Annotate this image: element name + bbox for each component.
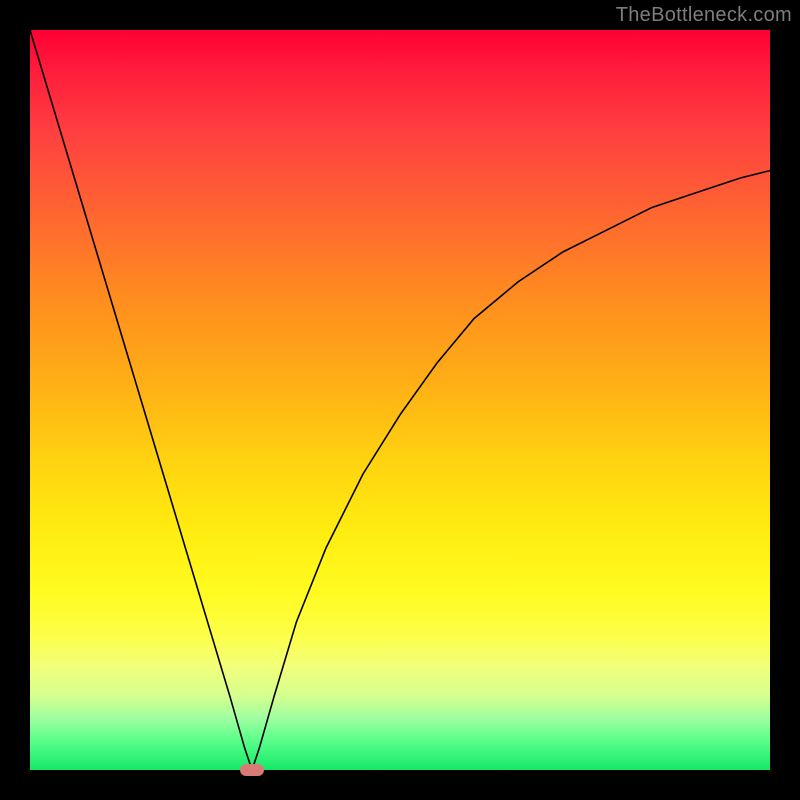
optimal-marker — [240, 764, 264, 776]
curve-path — [30, 30, 770, 770]
chart-frame: TheBottleneck.com — [0, 0, 800, 800]
plot-area — [30, 30, 770, 770]
watermark-text: TheBottleneck.com — [616, 4, 792, 27]
bottleneck-curve — [30, 30, 770, 770]
